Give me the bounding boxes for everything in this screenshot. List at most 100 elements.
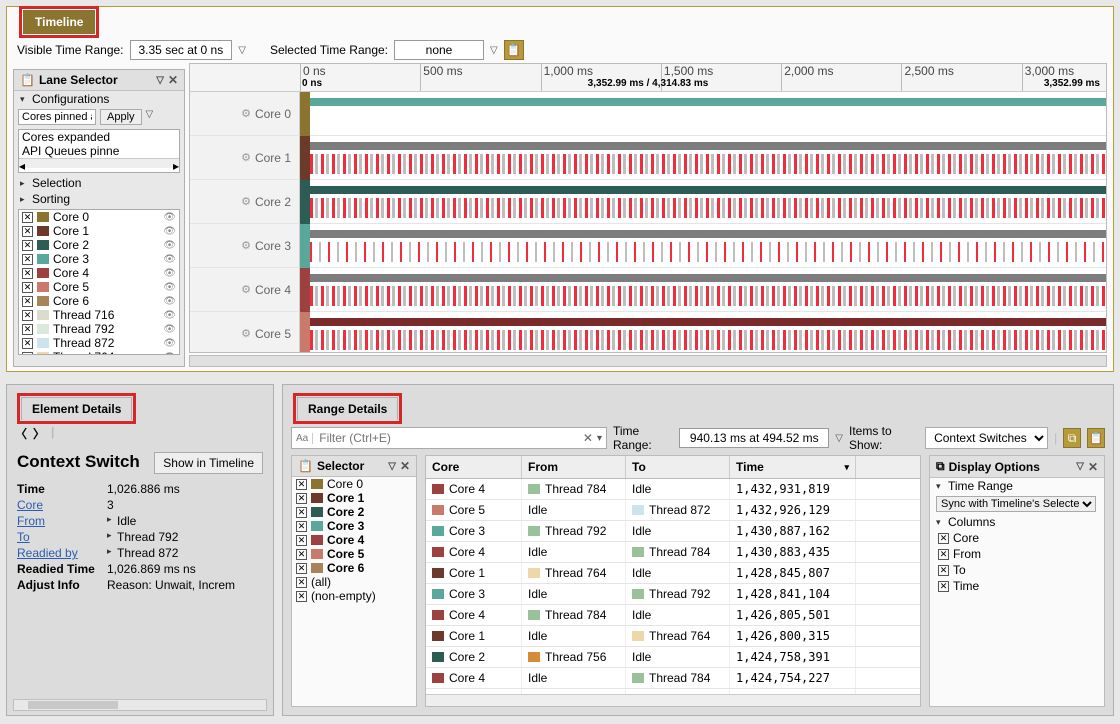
checkbox-icon[interactable]: ✕ [22,254,33,265]
selector-item[interactable]: ✕Core 0 [292,477,416,491]
preset-input[interactable] [18,109,96,125]
grid-hscrollbar[interactable] [426,694,920,706]
checkbox-icon[interactable]: ✕ [296,535,307,546]
column-check-row[interactable]: ✕Time [930,578,1104,594]
preset-dropdown-icon[interactable]: ▽ [146,109,154,125]
col-core[interactable]: Core [426,456,522,478]
close-icon[interactable]: ✕ [400,459,410,473]
clipboard-icon[interactable]: 📋 [1087,428,1105,448]
clipboard-icon[interactable]: 📋 [504,40,524,60]
lane-items-list[interactable]: ✕Core 0👁✕Core 1👁✕Core 2👁✕Core 3👁✕Core 4👁… [18,209,180,355]
checkbox-icon[interactable]: ✕ [938,533,949,544]
timeline-lane[interactable]: ⚙Core 0 [190,92,1106,136]
clipboard-icon[interactable]: 📋 [298,459,313,473]
close-icon[interactable]: ✕ [1088,460,1098,474]
element-details-tab[interactable]: Element Details [21,397,132,420]
grid-row[interactable]: Core 5IdleThread 8721,432,926,129 [426,500,920,521]
time-range-dropdown-icon[interactable]: ▽ [835,433,843,444]
lane-item[interactable]: ✕Thread 792👁 [19,322,179,336]
readied-by-key-link[interactable]: Readied by [17,546,107,560]
timeline-lane[interactable]: ⚙Core 3 [190,224,1106,268]
selector-list[interactable]: ✕Core 0✕Core 1✕Core 2✕Core 3✕Core 4✕Core… [292,477,416,706]
column-check-row[interactable]: ✕From [930,546,1104,562]
visibility-icon[interactable]: 👁 [163,282,176,293]
checkbox-icon[interactable]: ✕ [22,352,33,356]
col-time[interactable]: Time▾ [730,456,856,478]
checkbox-icon[interactable]: ✕ [296,549,307,560]
checkbox-icon[interactable]: ✕ [938,565,949,576]
column-check-row[interactable]: ✕To [930,562,1104,578]
visibility-icon[interactable]: 👁 [163,338,176,349]
visibility-icon[interactable]: 👁 [163,226,176,237]
selector-item[interactable]: ✕Core 5 [292,547,416,561]
checkbox-icon[interactable]: ✕ [296,493,307,504]
timeline-body[interactable]: 0 ns500 ms1,000 ms1,500 ms2,000 ms2,500 … [189,63,1107,353]
visibility-icon[interactable]: 👁 [163,268,176,279]
selector-item[interactable]: ✕(non-empty) [292,589,416,603]
timeline-lane[interactable]: ⚙Core 4 [190,268,1106,312]
timeline-tab[interactable]: Timeline [23,10,95,34]
grid-row[interactable]: Core 3Thread 792Idle1,430,887,162 [426,521,920,542]
match-case-icon[interactable]: Aa [296,433,313,444]
selector-item[interactable]: ✕Core 3 [292,519,416,533]
checkbox-icon[interactable]: ✕ [296,507,307,518]
visible-range-value[interactable]: 3.35 sec at 0 ns [130,40,233,60]
timeline-lane[interactable]: ⚙Core 2 [190,180,1106,224]
apply-button[interactable]: Apply [100,109,142,125]
timeline-lanes[interactable]: ⚙Core 0⚙Core 1⚙Core 2⚙Core 3⚙Core 4⚙Core… [190,92,1106,353]
checkbox-icon[interactable]: ✕ [296,479,307,490]
visibility-icon[interactable]: 👁 [163,352,176,356]
lane-item[interactable]: ✕Core 4👁 [19,266,179,280]
col-to[interactable]: To [626,456,730,478]
visibility-icon[interactable]: 👁 [163,310,176,321]
visibility-icon[interactable]: 👁 [163,212,176,223]
lane-item[interactable]: ✕Core 3👁 [19,252,179,266]
checkbox-icon[interactable]: ✕ [22,338,33,349]
checkbox-icon[interactable]: ✕ [296,591,307,602]
gear-icon[interactable]: ⚙ [241,151,251,164]
selector-item[interactable]: ✕Core 6 [292,561,416,575]
element-hscrollbar[interactable] [13,699,267,711]
selector-item[interactable]: ✕Core 1 [292,491,416,505]
grid-row[interactable]: Core 4Thread 784Idle1,426,805,501 [426,605,920,626]
configurations-row[interactable]: ▾Configurations [14,91,184,107]
gear-icon[interactable]: ⚙ [241,283,251,296]
lane-item[interactable]: ✕Core 6👁 [19,294,179,308]
checkbox-icon[interactable]: ✕ [22,212,33,223]
close-icon[interactable]: ✕ [168,73,178,87]
sync-select[interactable]: Sync with Timeline's Selecte [936,496,1096,512]
layout-icon[interactable]: ⧉ [936,459,945,474]
grid-row[interactable]: Core 1IdleThread 7641,426,800,315 [426,626,920,647]
selector-item[interactable]: ✕Core 2 [292,505,416,519]
range-details-tab[interactable]: Range Details [297,397,398,420]
time-range-value[interactable]: 940.13 ms at 494.52 ms [679,428,829,448]
selection-row[interactable]: ▸Selection [14,175,184,191]
core-key-link[interactable]: Core [17,498,107,512]
filter-dropdown-icon[interactable]: ▾ [597,433,602,444]
checkbox-icon[interactable]: ✕ [22,268,33,279]
grid-row[interactable]: Core 4Thread 784Idle1,432,931,819 [426,479,920,500]
checkbox-icon[interactable]: ✕ [296,577,307,588]
columns-section[interactable]: ▾Columns [930,514,1104,530]
gear-icon[interactable]: ⚙ [241,239,251,252]
selector-item[interactable]: ✕(all) [292,575,416,589]
from-key-link[interactable]: From [17,514,107,528]
lane-item[interactable]: ✕Core 1👁 [19,224,179,238]
timeline-lane[interactable]: ⚙Core 1 [190,136,1106,180]
items-to-show-select[interactable]: Context Switches [925,427,1048,449]
preset-listbox[interactable]: Cores expandedAPI Queues pinne◂▸ [18,129,180,173]
checkbox-icon[interactable]: ✕ [22,226,33,237]
time-range-section[interactable]: ▾Time Range [930,478,1104,494]
grid-row[interactable]: Core 4IdleThread 7841,430,883,435 [426,542,920,563]
lane-item[interactable]: ✕Core 5👁 [19,280,179,294]
clipboard-icon[interactable]: 📋 [20,73,35,87]
grid-row[interactable]: Core 1Thread 764Idle1,428,845,807 [426,563,920,584]
dropdown-icon[interactable]: ▽ [1076,461,1084,472]
col-from[interactable]: From [522,456,626,478]
lane-item[interactable]: ✕Thread 716👁 [19,308,179,322]
sort-icon[interactable]: ▾ [844,462,849,473]
timeline-lane[interactable]: ⚙Core 5 [190,312,1106,353]
show-in-timeline-button[interactable]: Show in Timeline [154,452,263,474]
lane-track[interactable] [310,136,1106,179]
layout-icon[interactable]: ⧉ [1063,428,1081,448]
